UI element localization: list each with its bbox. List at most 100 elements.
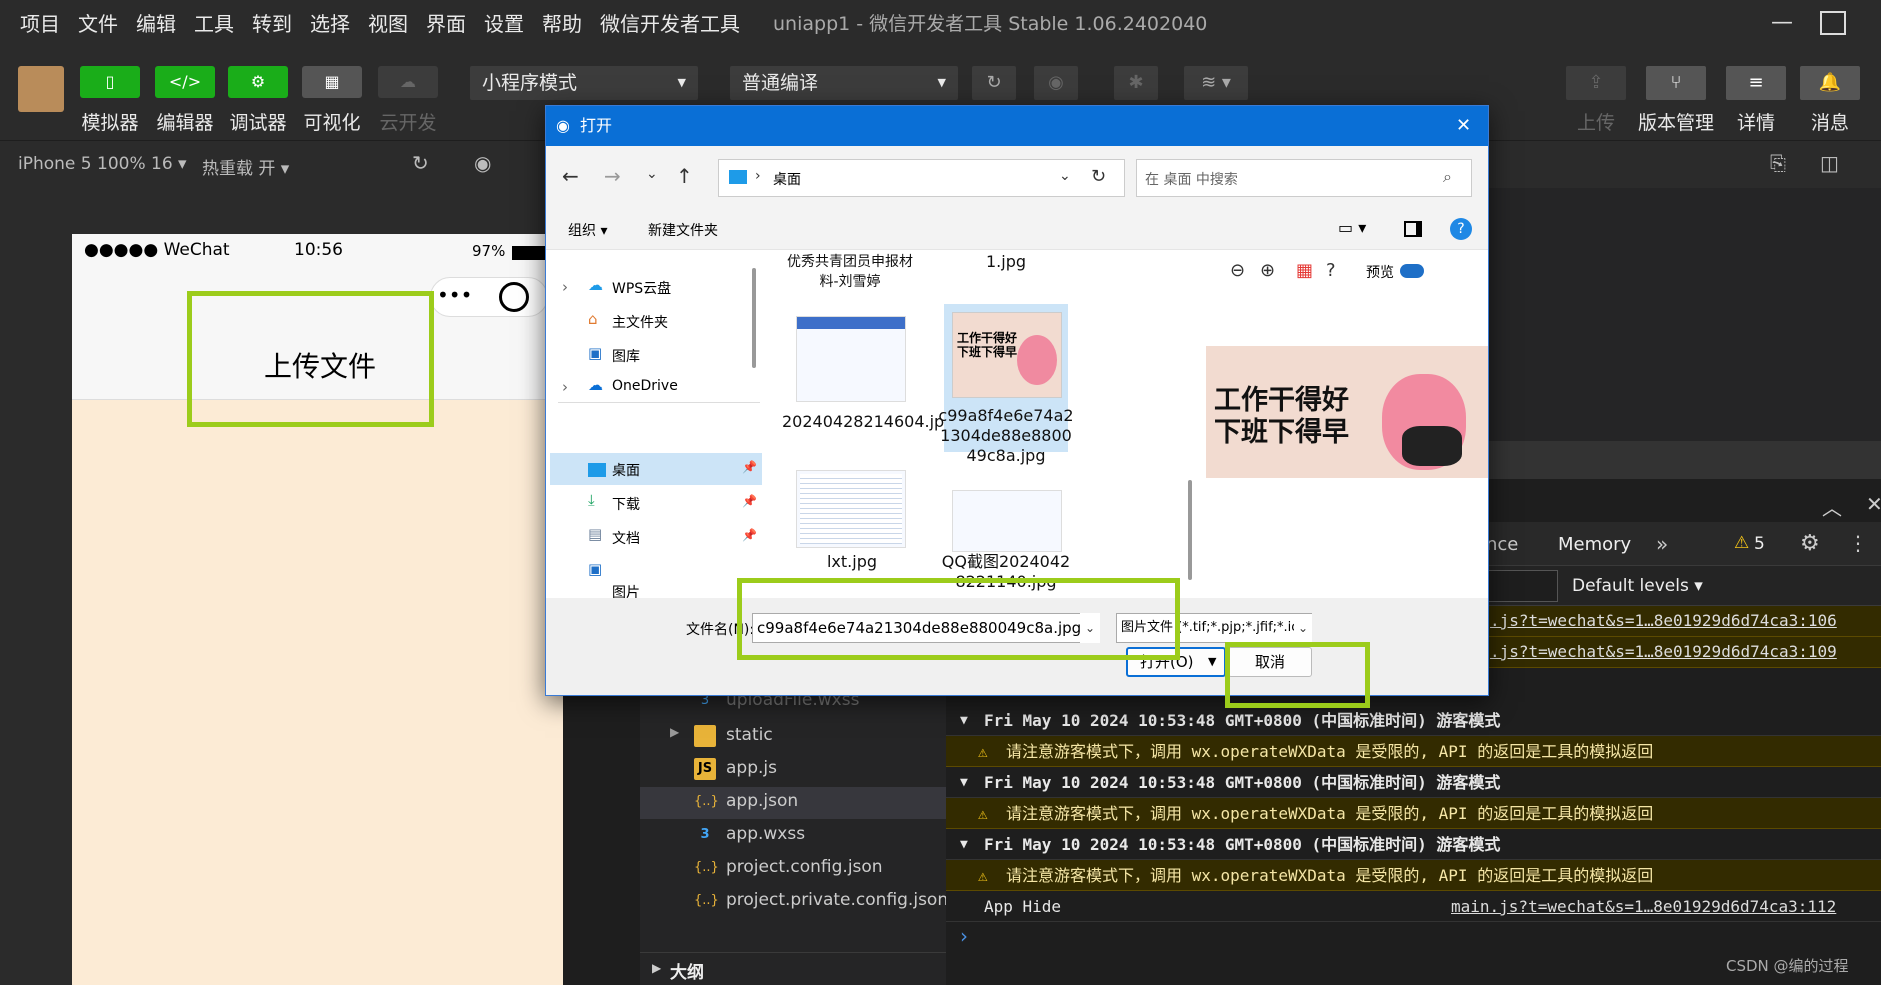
side-item-onedrive[interactable]: OneDrive <box>612 378 678 394</box>
menu-goto[interactable]: 转到 <box>243 0 301 48</box>
editor-toggle-button[interactable]: </> <box>155 66 215 98</box>
zoom-out-icon[interactable]: ⊖ <box>1230 260 1245 281</box>
search-box[interactable]: 在 桌面 中搜索 ⌕ <box>1136 159 1472 197</box>
details-menu-icon[interactable]: ≡ <box>1726 66 1786 100</box>
address-bar[interactable]: › 桌面 ⌄ ↻ <box>718 159 1125 197</box>
console-prompt[interactable]: › <box>960 924 968 948</box>
gear-icon[interactable]: ⚙ <box>1800 531 1820 556</box>
console-group-header[interactable]: ▼ Fri May 10 2024 10:53:48 GMT+0800 (中国标准… <box>946 830 1881 860</box>
tree-item-app-js[interactable]: app.js <box>726 758 777 778</box>
bell-icon[interactable]: 🔔 <box>1800 66 1860 100</box>
simulator-toggle-button[interactable]: ▯ <box>80 66 140 98</box>
cloud-dev-button[interactable]: ☁ <box>378 66 438 98</box>
copy-page-icon[interactable]: ⎘ <box>1770 151 1786 175</box>
more-dots-icon[interactable]: ••• <box>437 283 472 307</box>
console-group-header[interactable]: ▼ Fri May 10 2024 10:53:48 GMT+0800 (中国标准… <box>946 706 1881 736</box>
new-folder-button[interactable]: 新建文件夹 <box>648 220 718 240</box>
source-link[interactable]: main.js?t=wechat&s=1…8e01929d6d74ca3:112 <box>1451 897 1836 916</box>
apps-grid-icon[interactable]: ▦ <box>1296 260 1313 281</box>
file-name-selected[interactable]: c99a8f4e6e74a21304de88e880049c8a.jpg <box>938 406 1074 466</box>
tab-memory[interactable]: Memory <box>1558 534 1631 555</box>
minimize-icon[interactable]: — <box>1765 8 1799 38</box>
close-capsule-icon[interactable] <box>499 282 529 312</box>
kebab-menu-icon[interactable]: ⋮ <box>1848 531 1868 555</box>
side-item-documents[interactable]: 文档 <box>612 528 640 548</box>
log-levels-select[interactable]: Default levels ▾ <box>1572 576 1703 596</box>
menu-project[interactable]: 项目 <box>0 0 69 48</box>
forward-arrow-icon[interactable]: → <box>604 164 621 188</box>
pin-icon[interactable]: 📌 <box>742 528 757 542</box>
outline-section[interactable]: ▶ 大纲 <box>640 952 946 985</box>
preview-eye-icon[interactable]: ◉ <box>1034 66 1078 100</box>
file-thumbnail-screenshot[interactable] <box>796 316 906 402</box>
filter-input[interactable] <box>1480 570 1558 602</box>
menu-interface[interactable]: 界面 <box>417 0 475 48</box>
file-thumbnail-selected[interactable]: 工作干得好 下班下得早 <box>952 312 1062 398</box>
tree-item-project-private-config[interactable]: project.private.config.json <box>726 890 948 910</box>
menu-edit[interactable]: 编辑 <box>127 0 185 48</box>
menu-tools[interactable]: 工具 <box>185 0 243 48</box>
tree-item-project-config[interactable]: project.config.json <box>726 857 883 877</box>
menu-file[interactable]: 文件 <box>69 0 127 48</box>
menu-capsule[interactable]: ••• <box>430 277 548 317</box>
more-tabs-icon[interactable]: » <box>1656 532 1668 556</box>
menu-select[interactable]: 选择 <box>301 0 359 48</box>
avatar[interactable] <box>18 66 64 112</box>
file-name[interactable]: 20240428214604.jpg <box>782 412 954 432</box>
tab-performance[interactable]: nce <box>1486 534 1518 555</box>
menu-settings[interactable]: 设置 <box>475 0 533 48</box>
pin-icon[interactable]: 📌 <box>742 460 757 474</box>
visual-toggle-button[interactable]: ▦ <box>302 66 362 98</box>
console-group-header[interactable]: ▼ Fri May 10 2024 10:53:48 GMT+0800 (中国标准… <box>946 768 1881 798</box>
expander-icon[interactable]: › <box>562 278 568 296</box>
help-icon[interactable]: ? <box>1450 218 1472 240</box>
side-item-desktop[interactable]: 桌面 <box>612 460 640 480</box>
remote-debug-bug-icon[interactable]: ✱ <box>1114 66 1158 100</box>
source-link[interactable]: .js?t=wechat&s=1…8e01929d6d74ca3:106 <box>1490 611 1837 630</box>
warning-count[interactable]: 5 <box>1754 534 1765 554</box>
upload-icon[interactable]: ⇪ <box>1566 66 1626 100</box>
file-name[interactable]: lxt.jpg <box>782 552 922 572</box>
side-item-home[interactable]: 主文件夹 <box>612 312 668 332</box>
collapse-up-icon[interactable]: ︿ <box>1822 492 1842 521</box>
side-item-gallery[interactable]: 图库 <box>612 346 640 366</box>
side-item-wps[interactable]: WPS云盘 <box>612 278 671 298</box>
breadcrumb-desktop[interactable]: 桌面 <box>773 169 801 189</box>
up-arrow-icon[interactable]: ↑ <box>676 164 693 188</box>
debugger-toggle-button[interactable]: ⚙ <box>228 66 288 98</box>
organize-menu[interactable]: 组织 ▾ <box>568 220 607 240</box>
tree-item-app-wxss[interactable]: app.wxss <box>726 824 805 844</box>
hotreload-select[interactable]: 热重载 开 ▾ <box>202 154 289 179</box>
split-caret-icon[interactable]: ▼ <box>1208 649 1216 675</box>
menu-view[interactable]: 视图 <box>359 0 417 48</box>
expander-icon[interactable]: › <box>562 378 568 396</box>
stop-icon[interactable]: ◉ <box>474 151 491 175</box>
menu-help[interactable]: 帮助 <box>533 0 591 48</box>
side-item-download[interactable]: 下载 <box>612 494 640 514</box>
side-item-pictures[interactable]: 图片 <box>612 582 640 598</box>
close-panel-icon[interactable]: ✕ <box>1866 492 1881 516</box>
preview-toggle-switch[interactable] <box>1400 264 1424 278</box>
pin-icon[interactable]: 📌 <box>742 494 757 508</box>
chevron-down-icon[interactable]: ⌄ <box>1294 614 1312 642</box>
file-name[interactable]: 1.jpg <box>936 252 1076 272</box>
compile-select[interactable]: 普通编译 ▼ <box>730 66 958 100</box>
split-panel-icon[interactable]: ◫ <box>1820 151 1839 175</box>
chevron-down-icon[interactable]: ⌄ <box>1059 168 1071 184</box>
recent-locations-icon[interactable]: ⌄ <box>646 166 658 182</box>
side-scrollbar-thumb[interactable] <box>752 268 756 368</box>
file-scrollbar-thumb[interactable] <box>1188 480 1192 580</box>
refresh-icon[interactable]: ↻ <box>1091 166 1106 187</box>
file-thumbnail-qq[interactable] <box>952 490 1062 552</box>
clear-cache-layers-icon[interactable]: ≋ ▾ <box>1184 66 1248 100</box>
back-arrow-icon[interactable]: ← <box>562 164 579 188</box>
view-options-icon[interactable]: ▭ ▾ <box>1338 218 1366 237</box>
menu-wechat-devtools[interactable]: 微信开发者工具 <box>591 0 749 48</box>
source-link[interactable]: .js?t=wechat&s=1…8e01929d6d74ca3:109 <box>1490 642 1837 661</box>
maximize-icon[interactable] <box>1820 11 1846 35</box>
tree-item-static[interactable]: static <box>726 725 773 745</box>
rotate-icon[interactable]: ↻ <box>412 151 429 175</box>
tree-item-app-json[interactable]: app.json <box>726 791 798 811</box>
refresh-icon[interactable]: ↻ <box>972 66 1016 100</box>
zoom-in-icon[interactable]: ⊕ <box>1260 260 1275 281</box>
